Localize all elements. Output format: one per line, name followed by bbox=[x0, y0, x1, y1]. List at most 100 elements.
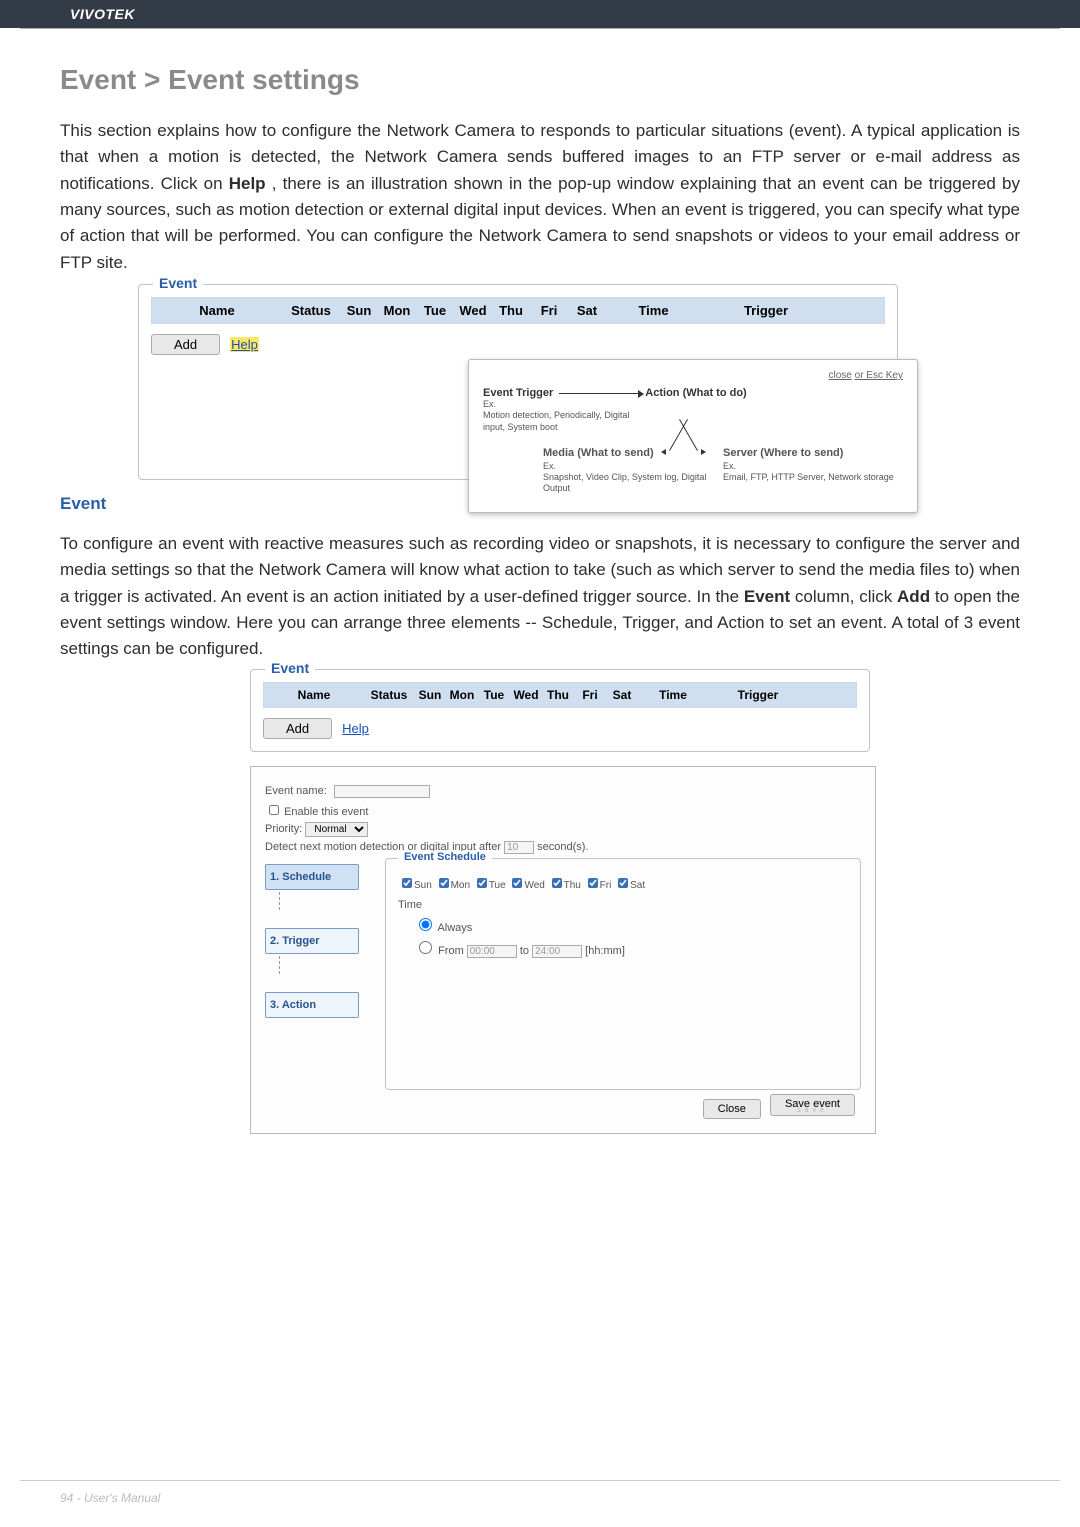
event-settings-panel: Event name: Enable this event Priority: … bbox=[250, 766, 876, 1134]
th-time: Time bbox=[606, 303, 701, 318]
diagram-media-title: Media (What to send) bbox=[543, 447, 723, 461]
th2-fri: Fri bbox=[574, 688, 606, 702]
tab-connector-2 bbox=[279, 956, 280, 974]
chk-mon[interactable] bbox=[439, 878, 449, 888]
save-event-button[interactable]: Save event save bbox=[770, 1094, 855, 1116]
para2-add-word: Add bbox=[897, 587, 930, 606]
save-sub-label: save bbox=[785, 1110, 840, 1112]
lbl-mon: Mon bbox=[451, 880, 470, 891]
help-diagram-card: close or Esc Key Event Trigger Action (W… bbox=[468, 359, 918, 513]
th2-sun: Sun bbox=[414, 688, 446, 702]
chk-fri[interactable] bbox=[588, 878, 598, 888]
th2-sat: Sat bbox=[606, 688, 638, 702]
event-legend-2: Event bbox=[265, 660, 315, 676]
brand-text: VIVOTEK bbox=[70, 6, 135, 22]
para2-mid: column, click bbox=[795, 587, 897, 606]
th-name: Name bbox=[152, 303, 282, 318]
lbl-sun: Sun bbox=[414, 880, 432, 891]
page-title: Event > Event settings bbox=[60, 64, 1020, 96]
event-name-input[interactable] bbox=[334, 785, 430, 798]
to-label: to bbox=[520, 945, 529, 957]
server-body: Email, FTP, HTTP Server, Network storage bbox=[723, 472, 894, 482]
brand-bar: VIVOTEK bbox=[0, 0, 1080, 28]
chk-tue[interactable] bbox=[477, 878, 487, 888]
lbl-sat: Sat bbox=[630, 880, 645, 891]
close-esc-text: or Esc Key bbox=[855, 370, 903, 381]
th-fri: Fri bbox=[530, 303, 568, 318]
hhmm-hint: [hh:mm] bbox=[585, 945, 625, 957]
chk-sat[interactable] bbox=[618, 878, 628, 888]
media-body: Snapshot, Video Clip, System log, Digita… bbox=[543, 472, 706, 493]
event-table-header: Name Status Sun Mon Tue Wed Thu Fri Sat … bbox=[151, 297, 885, 324]
event-name-label: Event name: bbox=[265, 785, 327, 797]
time-label: Time bbox=[398, 899, 848, 911]
th2-name: Name bbox=[264, 688, 364, 702]
lbl-fri: Fri bbox=[600, 880, 612, 891]
th-tue: Tue bbox=[416, 303, 454, 318]
paragraph-2: To configure an event with reactive meas… bbox=[60, 531, 1020, 663]
lbl-tue: Tue bbox=[489, 880, 506, 891]
tab-connector-1 bbox=[279, 892, 280, 910]
radio-always[interactable] bbox=[419, 918, 432, 931]
th2-time: Time bbox=[638, 688, 708, 702]
para2-event-word: Event bbox=[744, 587, 790, 606]
media-ex: Ex. bbox=[543, 461, 556, 471]
tab-trigger[interactable]: 2. Trigger bbox=[265, 928, 359, 954]
th-thu: Thu bbox=[492, 303, 530, 318]
th-sat: Sat bbox=[568, 303, 606, 318]
radio-from[interactable] bbox=[419, 941, 432, 954]
th-wed: Wed bbox=[454, 303, 492, 318]
to-input[interactable] bbox=[532, 945, 582, 958]
always-label: Always bbox=[437, 922, 472, 934]
close-link[interactable]: close bbox=[829, 370, 852, 381]
event-table-header-2: Name Status Sun Mon Tue Wed Thu Fri Sat … bbox=[263, 682, 857, 708]
help-link[interactable]: Help bbox=[230, 337, 259, 352]
from-input[interactable] bbox=[467, 945, 517, 958]
chk-thu[interactable] bbox=[552, 878, 562, 888]
th-mon: Mon bbox=[378, 303, 416, 318]
detect-input[interactable] bbox=[504, 841, 534, 854]
footer-line bbox=[20, 1480, 1060, 1481]
intro-paragraph: This section explains how to configure t… bbox=[60, 118, 1020, 276]
lbl-wed: Wed bbox=[524, 880, 544, 891]
trigger-ex: Ex. bbox=[483, 399, 496, 409]
add-button[interactable]: Add bbox=[151, 334, 220, 355]
lbl-thu: Thu bbox=[564, 880, 581, 891]
chk-sun[interactable] bbox=[402, 878, 412, 888]
th-status: Status bbox=[282, 303, 340, 318]
detect-after: second(s). bbox=[537, 841, 588, 853]
help-link-2[interactable]: Help bbox=[342, 721, 369, 736]
th2-trigger: Trigger bbox=[708, 688, 808, 702]
from-label: From bbox=[438, 945, 464, 957]
event-panel-1: Event Name Status Sun Mon Tue Wed Thu Fr… bbox=[138, 284, 898, 480]
diagram-trigger-title: Event Trigger bbox=[483, 387, 553, 399]
tab-schedule[interactable]: 1. Schedule bbox=[265, 864, 359, 890]
th2-wed: Wed bbox=[510, 688, 542, 702]
th-trigger: Trigger bbox=[701, 303, 831, 318]
enable-checkbox[interactable] bbox=[269, 805, 279, 815]
event-legend: Event bbox=[153, 275, 203, 291]
tab-action[interactable]: 3. Action bbox=[265, 992, 359, 1018]
footer-text: 94 - User's Manual bbox=[60, 1491, 160, 1505]
close-button[interactable]: Close bbox=[703, 1099, 761, 1119]
server-ex: Ex. bbox=[723, 461, 736, 471]
diagram-action-title: Action (What to do) bbox=[645, 387, 746, 399]
schedule-legend: Event Schedule bbox=[398, 851, 492, 863]
event-panel-2: Event Name Status Sun Mon Tue Wed Thu Fr… bbox=[250, 669, 870, 1134]
chk-wed[interactable] bbox=[512, 878, 522, 888]
th2-status: Status bbox=[364, 688, 414, 702]
th2-thu: Thu bbox=[542, 688, 574, 702]
arrow-right-icon bbox=[559, 393, 639, 394]
enable-label: Enable this event bbox=[284, 806, 368, 818]
th2-mon: Mon bbox=[446, 688, 478, 702]
th-sun: Sun bbox=[340, 303, 378, 318]
intro-help-word: Help bbox=[229, 174, 266, 193]
priority-label: Priority: bbox=[265, 823, 302, 835]
add-button-2[interactable]: Add bbox=[263, 718, 332, 739]
event-fieldset-2: Event Name Status Sun Mon Tue Wed Thu Fr… bbox=[250, 669, 870, 752]
priority-select[interactable]: Normal bbox=[305, 822, 368, 837]
th2-tue: Tue bbox=[478, 688, 510, 702]
diagram-server-title: Server (Where to send) bbox=[723, 447, 903, 461]
trigger-body: Motion detection, Periodically, Digital … bbox=[483, 410, 629, 431]
schedule-fieldset: Event Schedule Sun Mon Tue Wed Thu Fri S… bbox=[385, 858, 861, 1090]
